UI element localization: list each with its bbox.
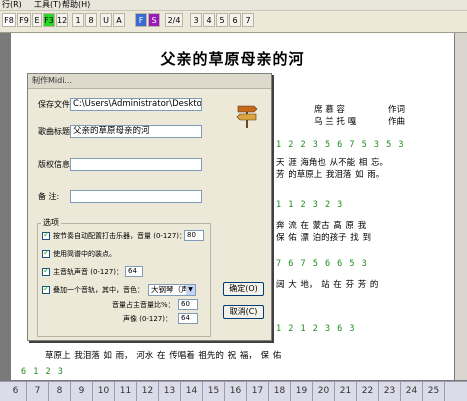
ruler-number: 25 [423,382,445,401]
ruler-number: 16 [225,382,247,401]
toolbar-button[interactable]: F3 [43,13,55,27]
toolbar-button[interactable]: F9 [17,13,31,27]
toolbar-button[interactable]: U [100,13,112,27]
pan-field[interactable]: 64 [178,313,198,324]
toolbar-button[interactable]: 1 [72,13,84,27]
ruler-number: 12 [137,382,159,401]
toolbar-button[interactable]: F [135,13,147,27]
save-file-field[interactable]: C:\Users\Administrator\Deskto [70,98,202,111]
toolbar-button[interactable]: 12 [56,13,68,27]
toolbar: F8 F9 E F3 12 1 8 U A F S 2/4 3 4 5 6 7 [0,11,467,33]
ruler-number: 21 [335,382,357,401]
menu-item-help[interactable]: 帮助(H) [62,0,90,10]
chevron-down-icon: ▼ [186,285,195,295]
ruler-number: 9 [71,382,93,401]
ruler-number: 23 [379,382,401,401]
ruler-number: 7 [27,382,49,401]
ruler-number: 15 [203,382,225,401]
dialog-title: 制作Midi... [32,76,73,85]
make-midi-dialog: 制作Midi... 保存文件: C:\Users\Administrator\D… [27,73,272,341]
score-line: 1 1 2 3 2 3 [276,200,344,210]
toolbar-button[interactable]: 8 [85,13,97,27]
ruler-number: 24 [401,382,423,401]
percussion-volume-field[interactable]: 80 [184,230,204,241]
cancel-button[interactable]: 取消(C) [223,305,264,319]
vertical-scrollbar[interactable] [455,33,467,380]
menu-item-tools[interactable]: 工具(T) [34,0,61,10]
auto-percussion-label: 按节奏自动配置打击乐器，音量 (0-127)： [53,232,187,240]
ruler-number: 18 [269,382,291,401]
main-track-volume-checkbox[interactable] [42,266,50,276]
dialog-title-bar[interactable]: 制作Midi... [28,74,271,89]
ruler-number: 19 [291,382,313,401]
lyric-line: 草原上 我泪落 如 雨， 河水 在 传唱着 祖先的 祝 福， 保 佑 [45,351,282,361]
ruler-number: 8 [49,382,71,401]
overlay-track-label: 叠加一个音轨，其中，音色： [53,286,144,294]
toolbar-button[interactable]: 7 [242,13,254,27]
overlay-track-checkbox[interactable] [42,284,50,294]
pan-label: 声像 (0-127)： [123,315,173,323]
main-track-volume-field[interactable]: 64 [125,266,143,277]
lyric-line: 阔 大 地， 站 在 芬 芳 的 [276,280,379,290]
song-title: 父亲的草原母亲的河 [160,50,305,68]
toolbar-button[interactable]: 4 [203,13,215,27]
copyright-field[interactable] [70,158,202,171]
signpost-icon [236,105,258,128]
use-ornaments-checkbox[interactable] [42,248,50,258]
toolbar-button[interactable]: E [32,13,42,27]
composer-role: 作曲 [388,117,406,127]
volume-ratio-label: 音量占主音量比%： [112,301,175,309]
lyric-line: 奔 流 在 蒙古 高 原 我 [276,221,367,231]
score-line: 1 2 1 2 3 6 3 [276,324,356,334]
menu-bar: 行(R) 工具(T) 帮助(H) [0,0,467,11]
lyricist-name: 席 慕 容 [314,105,345,115]
options-legend: 选项 [41,217,61,228]
score-line: 1 2 2 3 5 6 7 5 3 5 3 [276,140,405,150]
use-ornaments-label: 使用简谱中的装点。 [53,250,116,258]
composer-name: 乌 兰 托 嘎 [314,117,357,127]
main-track-volume-label: 主音轨声音 (0-127)： [53,268,124,276]
toolbar-button[interactable]: 2/4 [165,13,183,27]
ruler-number: 14 [181,382,203,401]
toolbar-button[interactable]: 3 [190,13,202,27]
ruler-number: 22 [357,382,379,401]
note-label: 备 注: [38,192,60,201]
auto-percussion-checkbox[interactable] [42,230,50,240]
instrument-dropdown[interactable]: 大钢琴（声号 ▼ [148,284,196,296]
toolbar-button[interactable]: F8 [2,13,16,27]
lyricist-role: 作词 [388,105,406,115]
ruler-number: 13 [159,382,181,401]
save-file-label: 保存文件: [38,100,73,109]
ruler-number: 6 [5,382,27,401]
toolbar-button[interactable]: S [148,13,160,27]
ruler-number: 20 [313,382,335,401]
lyric-line: 天 涯 海角也 从不能 相 忘。 [276,158,389,168]
ruler-number: 11 [115,382,137,401]
toolbar-button[interactable]: 5 [216,13,228,27]
toolbar-button[interactable]: A [113,13,125,27]
volume-ratio-field[interactable]: 60 [178,299,198,310]
song-title-label: 歌曲标题: [38,127,73,136]
copyright-label: 版权信息: [38,160,73,169]
lyric-line: 芳 的草原上 我泪落 如 雨。 [276,170,385,180]
toolbar-button[interactable]: 6 [229,13,241,27]
score-line: 6 1 2 3 [21,367,64,377]
ok-button[interactable]: 确定(O) [223,282,264,296]
score-line: 7 6 7 5 6 6 5 3 [276,259,368,269]
menu-item-row[interactable]: 行(R) [2,0,22,10]
measure-ruler: 6 7 8 9 10 11 12 13 14 15 16 17 18 19 20… [0,381,467,401]
lyric-line: 保 佑 漂 泊的孩子 找 到 [276,233,372,243]
ruler-number: 17 [247,382,269,401]
song-title-field[interactable]: 父亲的草原母亲的河 [70,125,202,138]
ruler-number: 10 [93,382,115,401]
note-field[interactable] [70,190,202,203]
